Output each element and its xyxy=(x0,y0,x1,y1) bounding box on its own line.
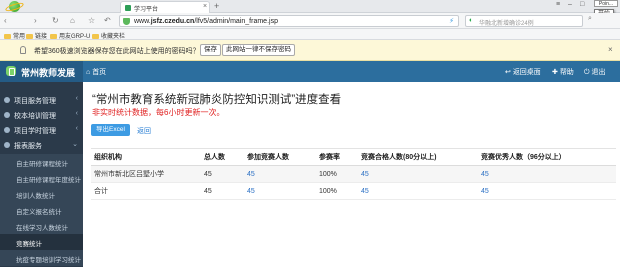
table-cell: 100% xyxy=(316,165,358,183)
forward-arrow-icon[interactable]: › xyxy=(34,15,37,26)
sidebar-item-school-training[interactable]: 校本培训管理 ‹ xyxy=(0,109,83,122)
export-excel-button[interactable]: 导出Excel xyxy=(91,124,130,136)
table-header: 组织机构 xyxy=(91,148,201,166)
table-header: 参加竞赛人数 xyxy=(244,148,316,166)
table-cell-link[interactable]: 45 xyxy=(244,165,316,183)
table-cell: 常州市新北区吕墅小学 xyxy=(91,165,201,183)
minimize-icon[interactable]: – xyxy=(568,1,572,8)
sidebar-subitem[interactable]: 在线学习人数统计 xyxy=(0,218,83,234)
browser-logo-icon[interactable] xyxy=(3,1,26,13)
table-row: 常州市新北区吕墅小学 45 45 100% 45 45 xyxy=(91,165,616,183)
bookmark-item[interactable]: 链接 xyxy=(26,31,47,40)
maximize-icon[interactable]: □ xyxy=(580,1,584,8)
sidebar-subitem-active[interactable]: 竞赛统计 xyxy=(0,234,83,250)
back-link[interactable]: 返回 xyxy=(137,126,151,136)
table-header: 竞赛优秀人数（96分以上） xyxy=(478,148,616,166)
url-text: www.jsfz.czedu.cn/lfv5/admin/main_frame.… xyxy=(134,18,278,25)
refresh-icon[interactable]: ↻ xyxy=(52,15,59,26)
browser-tab-bar: 学习平台 × + ≡ – □ Poin... 开始 xyxy=(0,0,620,20)
security-shield-icon xyxy=(123,18,130,25)
table-header-row: 组织机构 总人数 参加竞赛人数 参赛率 竞赛合格人数(80分以上) 竞赛优秀人数… xyxy=(91,148,616,166)
save-password-notice: 希望360极速浏览器保存您在此网站上使用的密码吗？ 保存 此网站一律不保存密码 … xyxy=(0,40,620,61)
bookmark-item[interactable]: 常用 xyxy=(4,31,25,40)
search-icon[interactable]: ⌕ xyxy=(588,15,592,23)
table-cell-link[interactable]: 45 xyxy=(478,165,616,183)
table-cell: 45 xyxy=(201,165,244,183)
main-content: “常州市教育系统新冠肺炎防控知识测试”进度查看 非实时统计数据，每6小时更新一次… xyxy=(83,82,620,267)
star-icon[interactable]: ☆ xyxy=(88,15,95,26)
speed-bolt-icon[interactable]: ⚡ xyxy=(449,17,454,25)
logout-link[interactable]: ⏻ 退出 xyxy=(584,67,605,77)
brand-name: 常州教师发展 xyxy=(21,68,76,78)
table-header: 竞赛合格人数(80分以上) xyxy=(358,148,478,166)
table-cell-link[interactable]: 45 xyxy=(478,182,616,200)
table-cell-link[interactable]: 45 xyxy=(244,182,316,200)
tab-title: 学习平台 xyxy=(134,7,159,13)
home-icon[interactable]: ⌂ xyxy=(70,15,75,26)
sidebar-subitem[interactable]: 抗疫专题培训学习统计 xyxy=(0,250,83,266)
folder-icon xyxy=(4,34,11,39)
chevron-right-icon: ‹ xyxy=(75,110,78,117)
brand-logo-icon xyxy=(6,66,16,76)
table-cell: 100% xyxy=(316,182,358,200)
menu-icon xyxy=(4,127,10,133)
sidebar-item-credit-hours[interactable]: 项目学时管理 ‹ xyxy=(0,124,83,137)
save-password-button[interactable]: 保存 xyxy=(200,44,221,56)
search-placeholder: 华融北新增确诊24例 xyxy=(479,21,534,27)
new-tab-icon[interactable]: + xyxy=(214,1,219,11)
search-input[interactable]: ◐ 华融北新增确诊24例 xyxy=(465,15,583,27)
help-link[interactable]: ✚ 帮助 xyxy=(552,67,574,77)
undo-icon[interactable]: ↶ xyxy=(104,15,111,26)
tab-close-icon[interactable]: × xyxy=(203,3,207,10)
address-bar: ‹ › ↻ ⌂ ☆ ↶ www.jsfz.czedu.cn/lfv5/admin… xyxy=(0,13,620,29)
bookmarks-bar: 常用 链接 用友GRP-U 收藏夹栏 xyxy=(0,29,620,40)
folder-icon xyxy=(50,34,57,39)
table-cell: 45 xyxy=(201,182,244,200)
tooltip: Poin... xyxy=(594,0,618,7)
menu-icon xyxy=(4,142,10,148)
stats-table: 组织机构 总人数 参加竞赛人数 参赛率 竞赛合格人数(80分以上) 竞赛优秀人数… xyxy=(91,148,616,200)
sidebar-subitem[interactable]: 自主研修课程年度统计 xyxy=(0,170,83,186)
tab-favicon-icon xyxy=(125,5,131,11)
table-header: 参赛率 xyxy=(316,148,358,166)
search-engine-icon: ◐ xyxy=(469,17,474,24)
sidebar: 项目服务管理 ‹ 校本培训管理 ‹ 项目学时管理 ‹ 报表服务 ⌄ 自主研修课程… xyxy=(0,82,83,267)
bookmark-item[interactable]: 收藏夹栏 xyxy=(92,31,125,40)
window-menu-icon[interactable]: ≡ xyxy=(556,1,560,8)
never-save-button[interactable]: 此网站一律不保存密码 xyxy=(222,44,295,56)
key-icon xyxy=(20,46,26,54)
app-header: 常州教师发展 ⌂ 首页 ↩ 返回桌面 ✚ 帮助 ⏻ 退出 xyxy=(0,61,620,82)
sidebar-subitem[interactable]: 自主研修课程统计 xyxy=(0,154,83,170)
menu-icon xyxy=(4,97,10,103)
sidebar-item-project-service[interactable]: 项目服务管理 ‹ xyxy=(0,94,83,107)
notice-message: 希望360极速浏览器保存您在此网站上使用的密码吗？ xyxy=(34,48,200,55)
back-arrow-icon[interactable]: ‹ xyxy=(4,15,7,26)
sidebar-item-reports[interactable]: 报表服务 ⌄ xyxy=(0,139,83,152)
table-cell-link[interactable]: 45 xyxy=(358,165,478,183)
table-row: 合计 45 45 100% 45 45 xyxy=(91,182,616,200)
url-input[interactable]: www.jsfz.czedu.cn/lfv5/admin/main_frame.… xyxy=(119,15,459,27)
table-cell: 合计 xyxy=(91,182,201,200)
page-title: “常州市教育系统新冠肺炎防控知识测试”进度查看 xyxy=(92,94,342,106)
folder-icon xyxy=(26,34,33,39)
chevron-down-icon: ⌄ xyxy=(72,141,78,148)
chevron-right-icon: ‹ xyxy=(75,95,78,102)
sidebar-subitem[interactable]: 培训人数统计 xyxy=(0,186,83,202)
menu-icon xyxy=(4,112,10,118)
bookmark-item[interactable]: 用友GRP-U xyxy=(50,31,90,40)
update-note: 非实时统计数据，每6小时更新一次。 xyxy=(92,108,225,117)
close-icon[interactable]: × xyxy=(608,45,613,54)
back-to-desktop-link[interactable]: ↩ 返回桌面 xyxy=(505,67,541,77)
table-cell-link[interactable]: 45 xyxy=(358,182,478,200)
folder-icon xyxy=(92,34,99,39)
home-link[interactable]: ⌂ 首页 xyxy=(86,67,106,77)
table-header: 总人数 xyxy=(201,148,244,166)
window-controls: ≡ – □ xyxy=(556,1,596,11)
brand[interactable]: 常州教师发展 xyxy=(0,61,83,82)
chevron-right-icon: ‹ xyxy=(75,125,78,132)
sidebar-subitem[interactable]: 自定义报名统计 xyxy=(0,202,83,218)
browser-tab[interactable]: 学习平台 × xyxy=(120,1,210,13)
